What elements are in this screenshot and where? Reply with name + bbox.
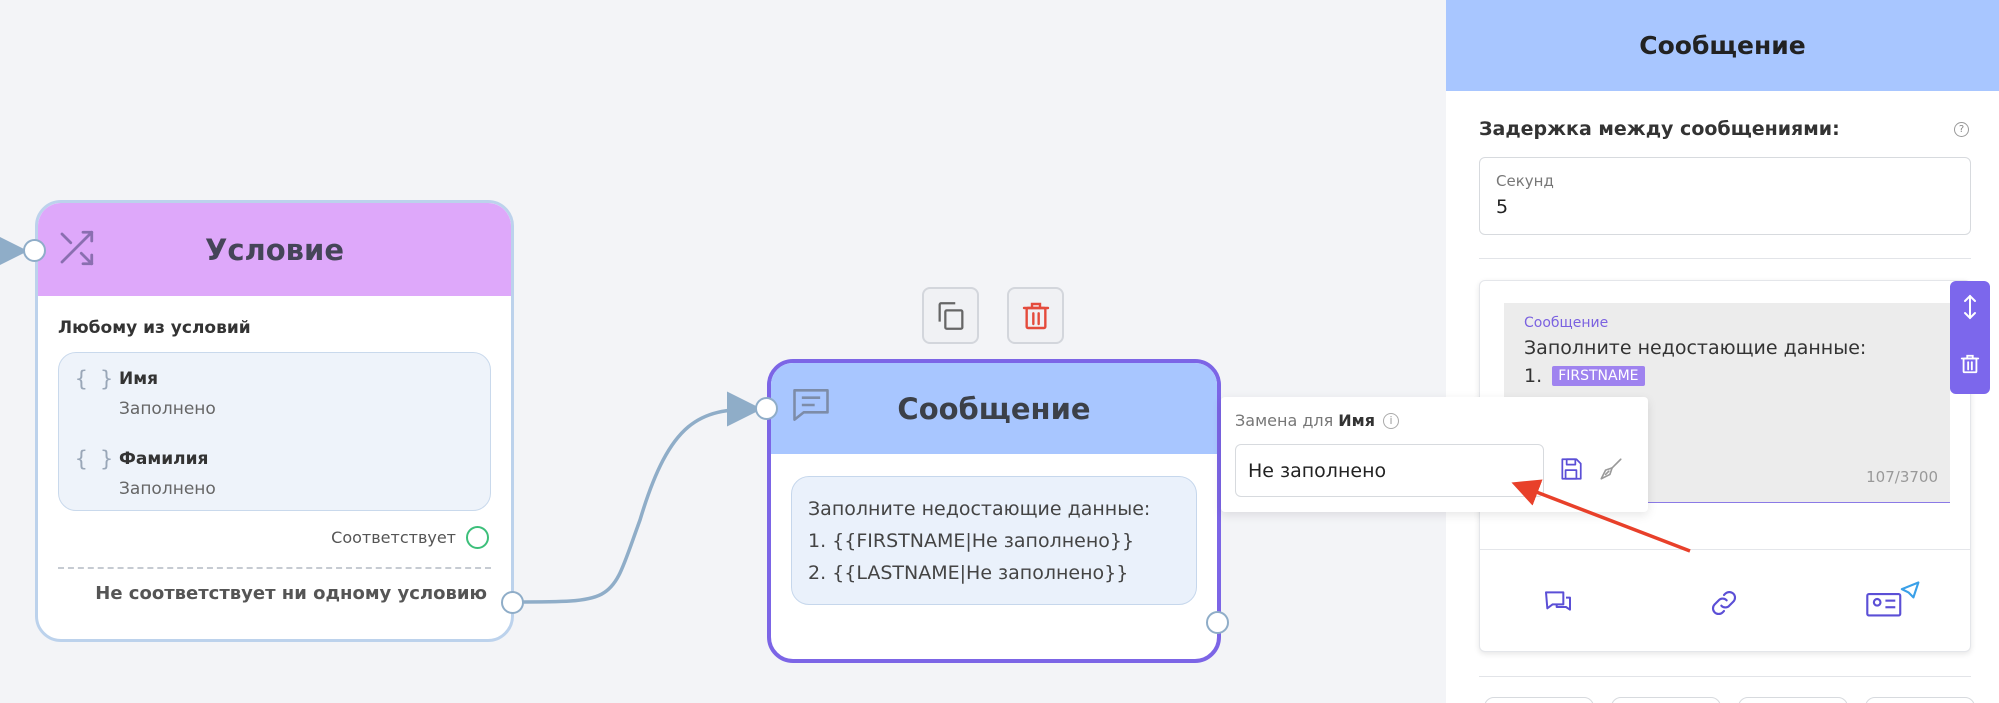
annotation-arrow — [1511, 479, 1691, 553]
annotation-layer — [1511, 479, 1691, 553]
